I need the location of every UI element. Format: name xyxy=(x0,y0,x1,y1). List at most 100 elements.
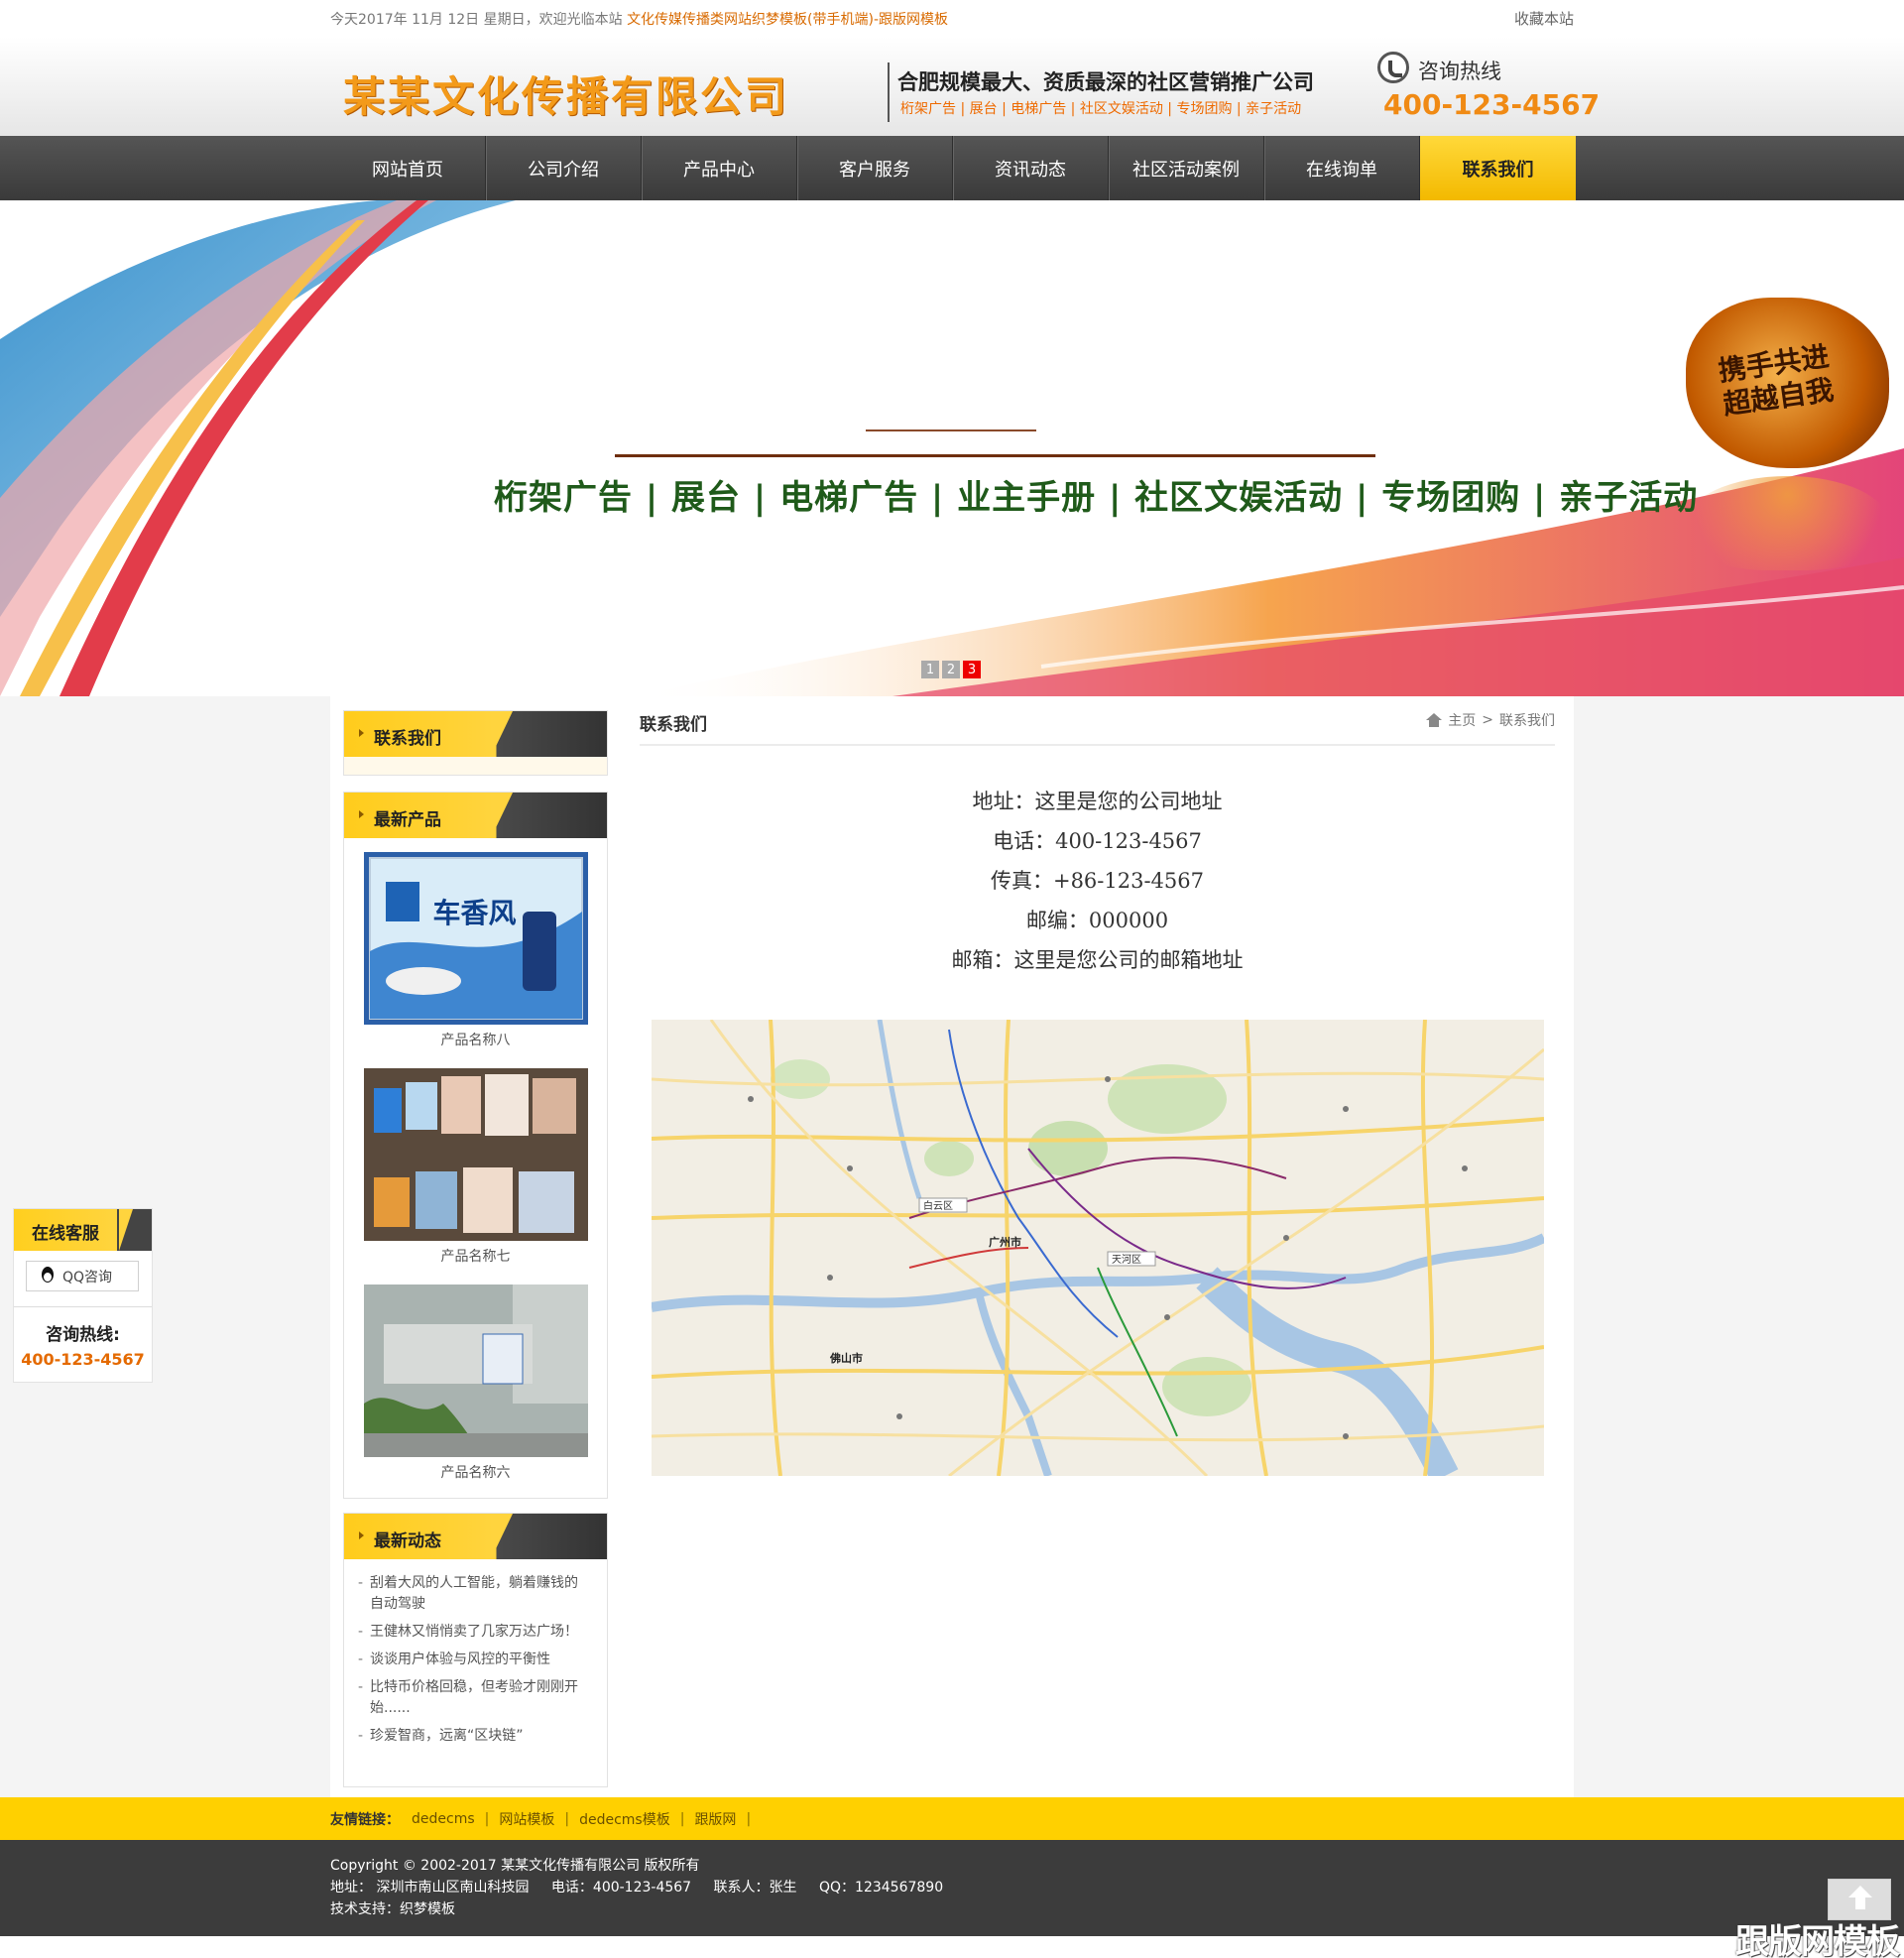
banner-swooshes xyxy=(0,200,1904,696)
arrow-right-icon xyxy=(359,729,364,737)
header-services: 桁架广告 | 展台 | 电梯广告 | 社区文娱活动 | 专场团购 | 亲子活动 xyxy=(900,101,1302,117)
hero-banner: 桁架广告 | 展台 | 电梯广告 | 业主手册 | 社区文娱活动 | 专场团购 … xyxy=(0,200,1904,696)
friend-link[interactable]: 网站模板 xyxy=(499,1809,554,1829)
news-item[interactable]: 刮着大风的人工智能，躺着赚钱的自动驾驶 xyxy=(358,1573,589,1615)
product-image-8[interactable]: 车香风 xyxy=(363,852,588,1025)
footer-support: 技术支持：织梦模板 xyxy=(330,1901,455,1917)
map-city-label: 广州市 xyxy=(989,1235,1021,1249)
site-title-link[interactable]: 文化传媒传播类网站织梦模板(带手机端)-跟版网模板 xyxy=(627,12,948,28)
welcome-date: 今天2017年 11月 12日 星期日，欢迎光临本站 xyxy=(330,11,623,28)
location-map[interactable]: 白云区 天河区 广州市 佛山市 xyxy=(652,1020,1544,1476)
hotline-label: 咨询热线 xyxy=(1418,60,1501,83)
nav-item-home[interactable]: 网站首页 xyxy=(330,136,486,200)
online-service-header: 在线客服 xyxy=(14,1209,152,1251)
slider-dot-3[interactable]: 3 xyxy=(963,661,981,678)
home-icon xyxy=(1426,713,1443,727)
breadcrumb-home[interactable]: 主页 xyxy=(1448,710,1476,730)
nav-item-products[interactable]: 产品中心 xyxy=(642,136,797,200)
qq-consult-label: QQ咨询 xyxy=(62,1269,113,1285)
product-caption[interactable]: 产品名称八 xyxy=(364,1025,588,1064)
contact-email: 邮箱：这里是您公司的邮箱地址 xyxy=(951,948,1244,972)
nav-item-inquiry[interactable]: 在线询单 xyxy=(1264,136,1420,200)
header-divider xyxy=(888,62,890,122)
slider-dot-1[interactable]: 1 xyxy=(921,661,939,678)
amber-stone-reflection xyxy=(1686,476,1889,570)
friend-link[interactable]: dedecms xyxy=(412,1811,475,1827)
arrow-right-icon xyxy=(359,810,364,818)
news-list: 刮着大风的人工智能，躺着赚钱的自动驾驶 王健林又悄悄卖了几家万达广场！ 谈谈用户… xyxy=(344,1559,607,1758)
svg-text:白云区: 白云区 xyxy=(923,1199,953,1212)
nav-item-cases[interactable]: 社区活动案例 xyxy=(1109,136,1264,200)
contact-info: 地址：这里是您的公司地址 电话：400-123-4567 传真：+86-123-… xyxy=(640,782,1555,980)
main-nav: 网站首页 公司介绍 产品中心 客户服务 资讯动态 社区活动案例 在线询单 联系我… xyxy=(0,136,1904,200)
breadcrumb-current: 联系我们 xyxy=(1499,713,1555,729)
slider-dot-2[interactable]: 2 xyxy=(942,661,960,678)
footer-copyright: Copyright © 2002-2017 某某文化传播有限公司 版权所有 xyxy=(330,1858,700,1874)
top-bar: 今天2017年 11月 12日 星期日，欢迎光临本站 文化传媒传播类网站织梦模板… xyxy=(0,0,1904,37)
service-divider xyxy=(14,1306,152,1307)
product-image-text: 车香风 xyxy=(432,897,517,929)
news-item[interactable]: 谈谈用户体验与风控的平衡性 xyxy=(358,1650,589,1670)
nav-item-news[interactable]: 资讯动态 xyxy=(953,136,1109,200)
phone-icon xyxy=(1377,52,1409,83)
hotline-number: 400-123-4567 xyxy=(1383,88,1601,121)
header-slogan: 合肥规模最大、资质最深的社区营销推广公司 xyxy=(897,70,1314,94)
nav-item-contact[interactable]: 联系我们 xyxy=(1420,136,1576,200)
product-image-7[interactable] xyxy=(363,1068,588,1241)
page-bottom-strip xyxy=(0,1936,1904,1958)
friend-link[interactable]: 跟版网 xyxy=(694,1809,736,1829)
slider-dots: 1 2 3 xyxy=(921,661,981,678)
friend-links-label: 友情链接： xyxy=(330,1811,400,1828)
contact-address: 地址：这里是您的公司地址 xyxy=(972,790,1223,813)
product-caption[interactable]: 产品名称七 xyxy=(364,1241,588,1281)
service-hotline-number: 400-123-4567 xyxy=(21,1350,145,1369)
map-city-label: 佛山市 xyxy=(829,1351,863,1365)
site-header: 某某文化传播有限公司 合肥规模最大、资质最深的社区营销推广公司 桁架广告 | 展… xyxy=(0,37,1904,136)
contact-phone: 电话：400-123-4567 xyxy=(993,829,1202,853)
footer-contact-person: 联系人：张生 xyxy=(713,1880,797,1896)
news-item[interactable]: 王健林又悄悄卖了几家万达广场！ xyxy=(358,1622,589,1643)
news-item[interactable]: 比特币价格回稳，但考验才刚刚开始...... xyxy=(358,1677,589,1719)
banner-line xyxy=(615,454,1375,457)
service-hotline-label: 咨询热线: xyxy=(46,1325,120,1345)
company-logo[interactable]: 某某文化传播有限公司 xyxy=(343,63,789,124)
banner-line-short xyxy=(866,429,1036,431)
qq-consult-button[interactable]: QQ咨询 xyxy=(26,1261,139,1291)
site-footer: Copyright © 2002-2017 某某文化传播有限公司 版权所有 地址… xyxy=(0,1840,1904,1936)
product-caption[interactable]: 产品名称六 xyxy=(364,1457,588,1497)
footer-qq: QQ：1234567890 xyxy=(819,1880,944,1896)
link-separator: | xyxy=(679,1810,685,1827)
welcome-text: 今天2017年 11月 12日 星期日，欢迎光临本站 文化传媒传播类网站织梦模板… xyxy=(330,9,948,29)
product-item[interactable]: 产品名称七 xyxy=(363,1068,588,1281)
sidebar-news-header: 最新动态 xyxy=(344,1514,607,1559)
nav-item-about[interactable]: 公司介绍 xyxy=(486,136,642,200)
sidebar-products-box: 最新产品 车香风 产品名称八 产品名称七 产品名称六 xyxy=(343,792,608,1499)
sidebar-products-header: 最新产品 xyxy=(344,793,607,838)
sidebar-products-title[interactable]: 最新产品 xyxy=(374,805,441,830)
friend-links-bar: 友情链接： dedecms | 网站模板 | dedecms模板 | 跟版网 | xyxy=(0,1797,1904,1840)
product-item[interactable]: 产品名称六 xyxy=(363,1285,588,1497)
map-district-label: 天河区 xyxy=(1112,1254,1141,1266)
arrow-right-icon xyxy=(359,1531,364,1539)
sidebar-contact-box: 联系我们 xyxy=(343,710,608,776)
link-separator: | xyxy=(484,1810,490,1827)
sidebar-contact-title[interactable]: 联系我们 xyxy=(374,724,441,749)
online-service-widget: 在线客服 QQ咨询 咨询热线: 400-123-4567 xyxy=(13,1208,153,1383)
main-container: 联系我们 最新产品 车香风 产品名称八 产品名称七 产品名称六 最新动态 - 刮… xyxy=(330,696,1574,1797)
link-separator: | xyxy=(564,1810,570,1827)
breadcrumb-separator: > xyxy=(1482,712,1493,728)
contact-zip: 邮编：000000 xyxy=(1025,909,1169,932)
breadcrumb: 主页 > 联系我们 xyxy=(1426,710,1555,730)
nav-item-service[interactable]: 客户服务 xyxy=(797,136,953,200)
page-title: 联系我们 xyxy=(640,715,707,735)
bookmark-link[interactable]: 收藏本站 xyxy=(1514,8,1574,29)
contact-fax: 传真：+86-123-4567 xyxy=(990,869,1205,893)
qq-penguin-icon xyxy=(39,1266,57,1286)
product-image-6[interactable] xyxy=(363,1285,588,1457)
friend-link[interactable]: dedecms模板 xyxy=(579,1809,670,1829)
sidebar-news-title[interactable]: 最新动态 xyxy=(374,1527,441,1551)
watermark-text: 跟版网模板 xyxy=(1735,1922,1900,1958)
news-item[interactable]: 珍爱智商，远离“区块链” xyxy=(358,1726,589,1747)
product-item[interactable]: 车香风 产品名称八 xyxy=(363,852,588,1064)
footer-address: 地址： 深圳市南山区南山科技园 xyxy=(330,1880,530,1896)
